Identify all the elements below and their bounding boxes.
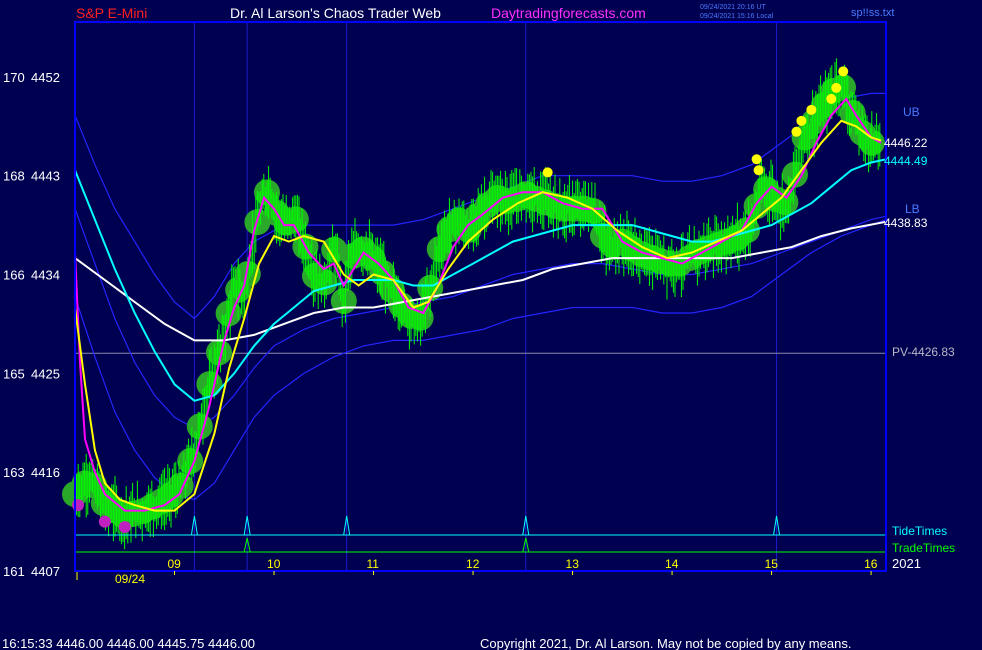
price-label-b: 4444.49	[884, 154, 928, 168]
magenta-signal-dot	[71, 499, 84, 512]
year-label: 2021	[892, 556, 921, 571]
symbol-label: S&P E-Mini	[76, 5, 147, 21]
yellow-signal-dot	[751, 154, 762, 165]
y-tick-price: 4434	[31, 268, 60, 283]
y-tick-code: 163	[3, 465, 25, 480]
x-tick-label: 13	[566, 557, 580, 571]
date-label: 09/24	[115, 572, 145, 586]
pivot-label: PV-4426.83	[892, 345, 955, 359]
y-tick-code: 168	[3, 169, 25, 184]
yellow-signal-dot	[826, 93, 837, 104]
y-tick-price: 4452	[31, 70, 60, 85]
yellow-signal-dot	[791, 126, 802, 137]
y-tick-code: 161	[3, 564, 25, 579]
y-tick-price: 4407	[31, 564, 60, 579]
yellow-signal-dot	[542, 167, 553, 178]
y-tick-code: 170	[3, 70, 25, 85]
file-name: sp!!ss.txt	[851, 7, 894, 19]
copyright-notice: Copyright 2021, Dr. Al Larson. May not b…	[480, 636, 851, 650]
yellow-signal-dot	[796, 115, 807, 126]
site-title: Dr. Al Larson's Chaos Trader Web	[230, 5, 441, 21]
price-label-c: 4438.83	[884, 216, 928, 230]
tide-times-label: TideTimes	[892, 524, 947, 538]
x-tick-label: 15	[765, 557, 779, 571]
quote-line: 16:15:33 4446.00 4446.00 4445.75 4446.00	[2, 636, 255, 650]
y-tick-code: 165	[3, 366, 25, 381]
lower-band-label: LB	[905, 202, 920, 216]
y-tick-price: 4425	[31, 366, 60, 381]
magenta-signal-dot	[118, 521, 131, 534]
utc-stamp: 09/24/2021 20:16 UT	[700, 4, 766, 11]
chart-canvas: S&P E-Mini Dr. Al Larson's Chaos Trader …	[0, 0, 982, 650]
yellow-signal-dot	[838, 66, 849, 77]
x-tick-label: 11	[367, 557, 380, 571]
site-url[interactable]: Daytradingforecasts.com	[491, 5, 646, 21]
x-tick-label: 16	[864, 557, 878, 571]
local-stamp: 09/24/2021 15:16 Local	[700, 13, 774, 20]
x-tick-label: 14	[665, 557, 679, 571]
yellow-signal-dot	[831, 82, 842, 93]
x-tick-label: 09	[168, 557, 182, 571]
yellow-signal-dot	[753, 165, 764, 176]
y-tick-price: 4443	[31, 169, 60, 184]
magenta-signal-dot	[98, 515, 111, 528]
upper-band-label: UB	[903, 105, 920, 119]
price-label-a: 4446.22	[884, 136, 928, 150]
trade-times-label: TradeTimes	[892, 541, 955, 555]
y-tick-code: 166	[3, 268, 25, 283]
x-tick-label: 10	[267, 557, 281, 571]
yellow-signal-dot	[806, 104, 817, 115]
y-tick-price: 4416	[31, 465, 60, 480]
x-tick-label: 12	[466, 557, 480, 571]
